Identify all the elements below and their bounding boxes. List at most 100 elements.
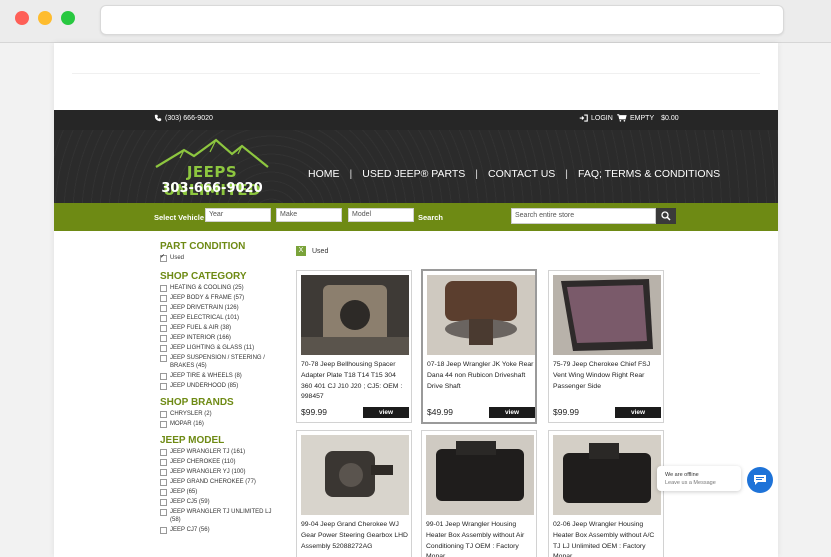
close-window-button[interactable] xyxy=(15,11,29,25)
filter-item[interactable]: JEEP DRIVETRAIN (126) xyxy=(160,304,280,312)
page-top-band xyxy=(54,43,778,110)
checkbox[interactable] xyxy=(160,449,167,456)
product-image[interactable] xyxy=(427,275,535,355)
active-filter-label: Used xyxy=(312,247,329,255)
filter-used[interactable]: Used xyxy=(160,253,280,262)
product-title[interactable]: 75-79 Jeep Cherokee Chief FSJ Vent Wing … xyxy=(553,360,661,392)
checkbox[interactable] xyxy=(160,479,167,486)
filter-item[interactable]: HEATING & COOLING (25) xyxy=(160,284,280,292)
nav-separator: | xyxy=(475,168,479,180)
checkbox[interactable] xyxy=(160,421,167,428)
product-title[interactable]: 70-78 Jeep Bellhousing Spacer Adapter Pl… xyxy=(301,360,409,403)
checkbox[interactable] xyxy=(160,459,167,466)
product-card[interactable]: 99-04 Jeep Grand Cherokee WJ Gear Power … xyxy=(296,430,412,557)
filter-item[interactable]: JEEP CHEROKEE (110) xyxy=(160,458,280,466)
login-link[interactable]: LOGIN xyxy=(579,114,613,122)
site-header: JEEPS UNLIMITED 303-666-9020 HOME | USED… xyxy=(54,130,778,203)
site-logo[interactable]: JEEPS UNLIMITED 303-666-9020 xyxy=(154,138,270,199)
filter-item[interactable]: CHRYSLER (2) xyxy=(160,410,280,418)
checkbox[interactable] xyxy=(160,295,167,302)
checkbox[interactable] xyxy=(160,355,167,362)
chat-popup[interactable]: We are offline Leave us a Message xyxy=(657,466,741,491)
filter-item[interactable]: JEEP GRAND CHEROKEE (77) xyxy=(160,478,280,486)
product-image[interactable] xyxy=(553,275,661,355)
filter-item[interactable]: JEEP CJ7 (56) xyxy=(160,526,280,534)
filter-item[interactable]: MOPAR (16) xyxy=(160,420,280,428)
checkbox[interactable] xyxy=(160,499,167,506)
store-search-input[interactable]: Search entire store xyxy=(511,208,656,224)
checkbox[interactable] xyxy=(160,335,167,342)
nav-used-parts[interactable]: USED JEEP® PARTS xyxy=(362,168,465,180)
logo-phone: 303-666-9020 xyxy=(161,181,263,196)
chat-cta[interactable]: Leave us a Message xyxy=(665,480,716,486)
checkbox[interactable] xyxy=(160,373,167,380)
checkbox[interactable] xyxy=(160,383,167,390)
checkbox[interactable] xyxy=(160,325,167,332)
checkbox[interactable] xyxy=(160,285,167,292)
filter-item[interactable]: JEEP SUSPENSION / STEERING / BRAKES (45) xyxy=(160,354,280,370)
filter-item[interactable]: JEEP ELECTRICAL (101) xyxy=(160,314,280,322)
address-bar[interactable] xyxy=(100,5,784,35)
nav-faq[interactable]: FAQ; TERMS & CONDITIONS xyxy=(578,168,720,180)
checkbox[interactable] xyxy=(160,315,167,322)
product-title[interactable]: 99-04 Jeep Grand Cherokee WJ Gear Power … xyxy=(301,520,409,552)
filter-item[interactable]: JEEP LIGHTING & GLASS (11) xyxy=(160,344,280,352)
product-image[interactable] xyxy=(426,435,534,515)
filter-label: JEEP CHEROKEE (110) xyxy=(170,459,236,465)
checkbox[interactable] xyxy=(160,411,167,418)
checkbox[interactable] xyxy=(160,509,167,516)
cart-link[interactable]: EMPTY $0.00 xyxy=(617,114,679,122)
product-image[interactable] xyxy=(553,435,661,515)
product-image[interactable] xyxy=(301,435,409,515)
checkbox[interactable] xyxy=(160,469,167,476)
filter-item[interactable]: JEEP (65) xyxy=(160,488,280,496)
product-title[interactable]: 99-01 Jeep Wrangler Housing Heater Box A… xyxy=(426,520,534,557)
filter-item[interactable]: JEEP INTERIOR (166) xyxy=(160,334,280,342)
product-card[interactable]: 07-18 Jeep Wrangler JK Yoke Rear Dana 44… xyxy=(421,269,537,424)
checkbox[interactable] xyxy=(160,305,167,312)
product-card[interactable]: 75-79 Jeep Cherokee Chief FSJ Vent Wing … xyxy=(548,270,664,423)
phone-link[interactable]: (303) 666-9020 xyxy=(154,114,213,122)
filter-item[interactable]: JEEP FUEL & AIR (38) xyxy=(160,324,280,332)
filter-item[interactable]: JEEP CJ5 (59) xyxy=(160,498,280,506)
filter-label: JEEP WRANGLER YJ (100) xyxy=(170,469,246,475)
filter-label: JEEP FUEL & AIR (38) xyxy=(170,325,232,331)
view-button[interactable]: view xyxy=(363,407,409,418)
checkbox[interactable] xyxy=(160,489,167,496)
filter-label: JEEP WRANGLER TJ (161) xyxy=(170,449,246,455)
chat-button[interactable] xyxy=(747,467,773,493)
product-title[interactable]: 02-06 Jeep Wrangler Housing Heater Box A… xyxy=(553,520,661,557)
product-title[interactable]: 07-18 Jeep Wrangler JK Yoke Rear Dana 44… xyxy=(427,360,535,392)
maximize-window-button[interactable] xyxy=(61,11,75,25)
view-button[interactable]: view xyxy=(489,407,535,418)
checkbox[interactable] xyxy=(160,345,167,352)
product-image[interactable] xyxy=(301,275,409,355)
minimize-window-button[interactable] xyxy=(38,11,52,25)
nav-contact[interactable]: CONTACT US xyxy=(488,168,555,180)
filter-label: JEEP INTERIOR (166) xyxy=(170,335,231,341)
nav-home[interactable]: HOME xyxy=(308,168,340,180)
checkbox[interactable] xyxy=(160,527,167,534)
filter-item[interactable]: JEEP BODY & FRAME (57) xyxy=(160,294,280,302)
filter-item[interactable]: JEEP WRANGLER TJ UNLIMITED LJ (58) xyxy=(160,508,280,524)
filter-label: Used xyxy=(170,255,185,261)
part-condition-title: PART CONDITION xyxy=(160,241,246,252)
year-select[interactable]: Year xyxy=(205,208,271,222)
filter-item[interactable]: JEEP UNDERHOOD (85) xyxy=(160,382,280,390)
filter-item[interactable]: JEEP WRANGLER TJ (161) xyxy=(160,448,280,456)
product-card[interactable]: 99-01 Jeep Wrangler Housing Heater Box A… xyxy=(421,430,537,557)
product-card[interactable]: 02-06 Jeep Wrangler Housing Heater Box A… xyxy=(548,430,664,557)
store-search-button[interactable] xyxy=(656,208,676,224)
checkbox[interactable] xyxy=(160,253,167,262)
browser-chrome xyxy=(0,0,831,43)
product-price: $99.99 xyxy=(553,407,579,417)
filter-item[interactable]: JEEP WRANGLER YJ (100) xyxy=(160,468,280,476)
remove-filter-button[interactable]: X xyxy=(296,246,306,256)
view-button[interactable]: view xyxy=(615,407,661,418)
vehicle-search-button[interactable]: Search xyxy=(418,213,443,222)
filter-item[interactable]: JEEP TIRE & WHEELS (8) xyxy=(160,372,280,380)
make-select[interactable]: Make xyxy=(276,208,342,222)
product-card[interactable]: 70-78 Jeep Bellhousing Spacer Adapter Pl… xyxy=(296,270,412,423)
main-nav: HOME | USED JEEP® PARTS | CONTACT US | F… xyxy=(308,168,720,180)
model-select[interactable]: Model xyxy=(348,208,414,222)
